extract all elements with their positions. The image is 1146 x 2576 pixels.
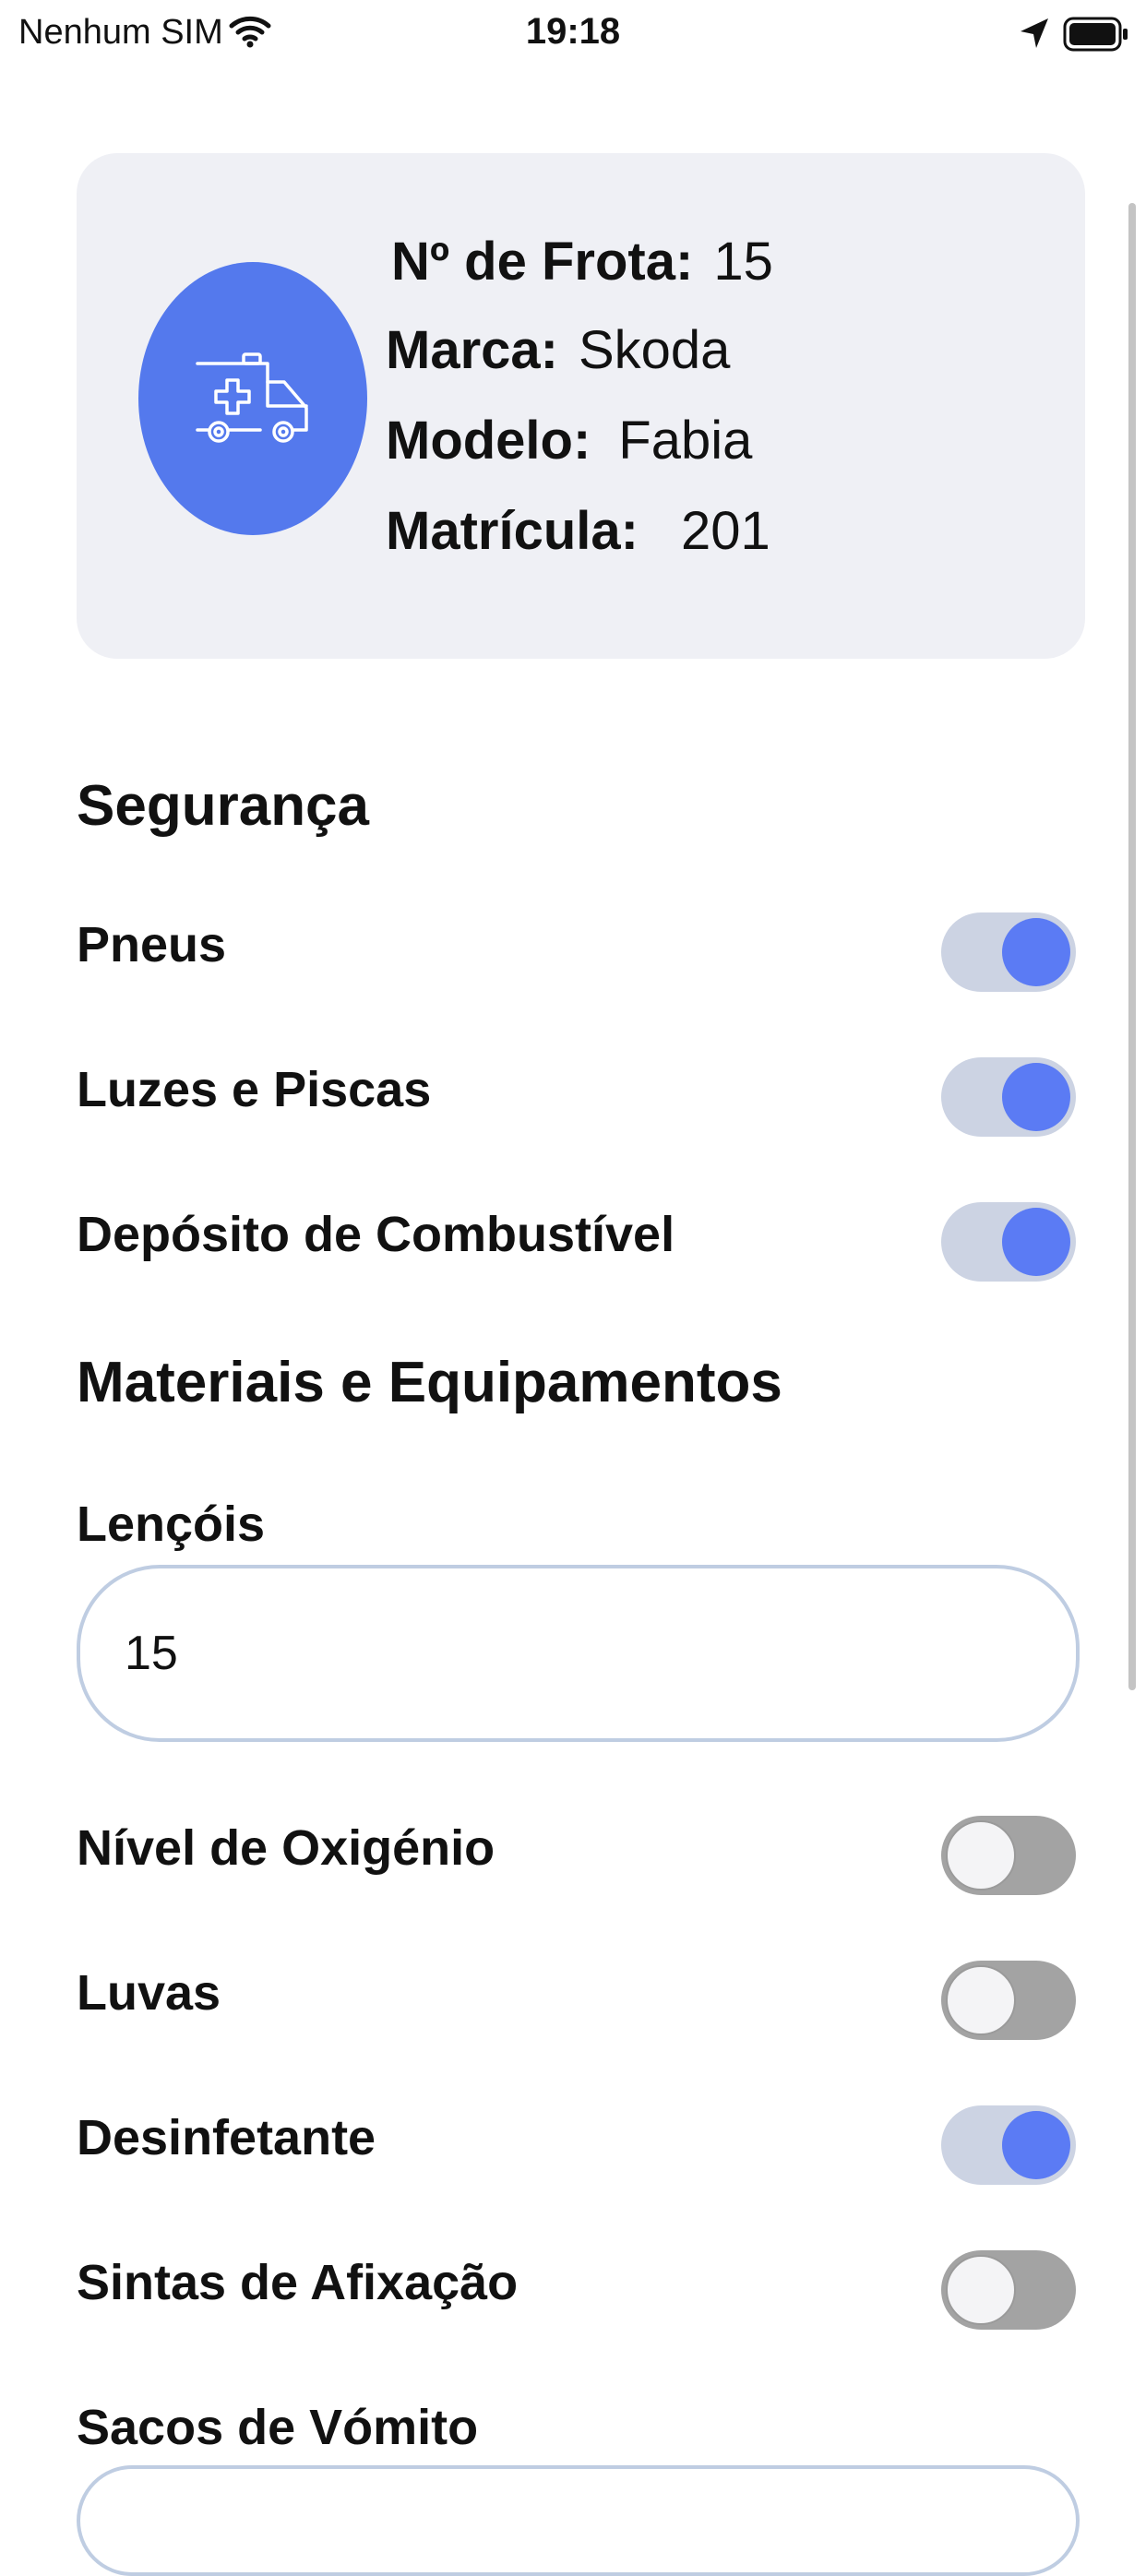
model-row: Modelo: Fabia	[386, 410, 752, 471]
toggle-knob	[1002, 918, 1070, 986]
battery-icon	[1063, 17, 1129, 58]
disinfectant-label: Desinfetante	[77, 2110, 376, 2165]
sheets-input[interactable]	[77, 1565, 1080, 1742]
oxygen-level-label: Nível de Oxigénio	[77, 1820, 495, 1876]
ambulance-icon	[196, 352, 308, 443]
tires-toggle[interactable]	[941, 912, 1076, 992]
tires-label: Pneus	[77, 917, 227, 972]
brand-value: Skoda	[578, 320, 731, 380]
clock: 19:18	[525, 11, 621, 52]
lights-label: Luzes e Piscas	[77, 1062, 432, 1117]
status-bar: Nenhum SIM 19:18	[0, 0, 1146, 74]
fixing-straps-toggle[interactable]	[941, 2250, 1076, 2330]
plate-row: Matrícula: 201	[386, 500, 770, 562]
model-label: Modelo:	[386, 411, 591, 471]
toggle-knob	[946, 2255, 1016, 2325]
materials-section-title: Materiais e Equipamentos	[77, 1351, 782, 1414]
toggle-knob	[1002, 2111, 1070, 2179]
fuel-tank-label: Depósito de Combustível	[77, 1207, 675, 1262]
fleet-number-label: Nº de Frota:	[391, 232, 694, 292]
oxygen-level-toggle[interactable]	[941, 1816, 1076, 1895]
sheets-label: Lençóis	[77, 1497, 266, 1552]
safety-section-title: Segurança	[77, 774, 370, 838]
fleet-number-value: 15	[713, 232, 773, 292]
brand-row: Marca: Skoda	[386, 319, 730, 381]
location-arrow-icon	[1019, 17, 1050, 54]
vomit-bags-label: Sacos de Vómito	[77, 2400, 479, 2455]
plate-label: Matrícula:	[386, 501, 639, 561]
gloves-label: Luvas	[77, 1965, 221, 2021]
toggle-knob	[946, 1965, 1016, 2035]
fixing-straps-label: Sintas de Afixação	[77, 2255, 519, 2310]
model-value: Fabia	[618, 411, 753, 471]
disinfectant-toggle[interactable]	[941, 2105, 1076, 2185]
toggle-knob	[1002, 1063, 1070, 1131]
brand-label: Marca:	[386, 320, 558, 380]
scrollbar[interactable]	[1128, 203, 1136, 1690]
fleet-number-row: Nº de Frota: 15	[391, 231, 773, 292]
gloves-toggle[interactable]	[941, 1961, 1076, 2040]
toggle-knob	[946, 1820, 1016, 1890]
fuel-tank-toggle[interactable]	[941, 1202, 1076, 1282]
vomit-bags-input[interactable]	[77, 2465, 1080, 2576]
vehicle-info-card: Nº de Frota: 15 Marca: Skoda Modelo: Fabia …	[77, 153, 1085, 659]
toggle-knob	[1002, 1208, 1070, 1276]
vehicle-avatar	[138, 262, 367, 535]
plate-value: 201	[680, 501, 770, 561]
lights-toggle[interactable]	[941, 1057, 1076, 1137]
